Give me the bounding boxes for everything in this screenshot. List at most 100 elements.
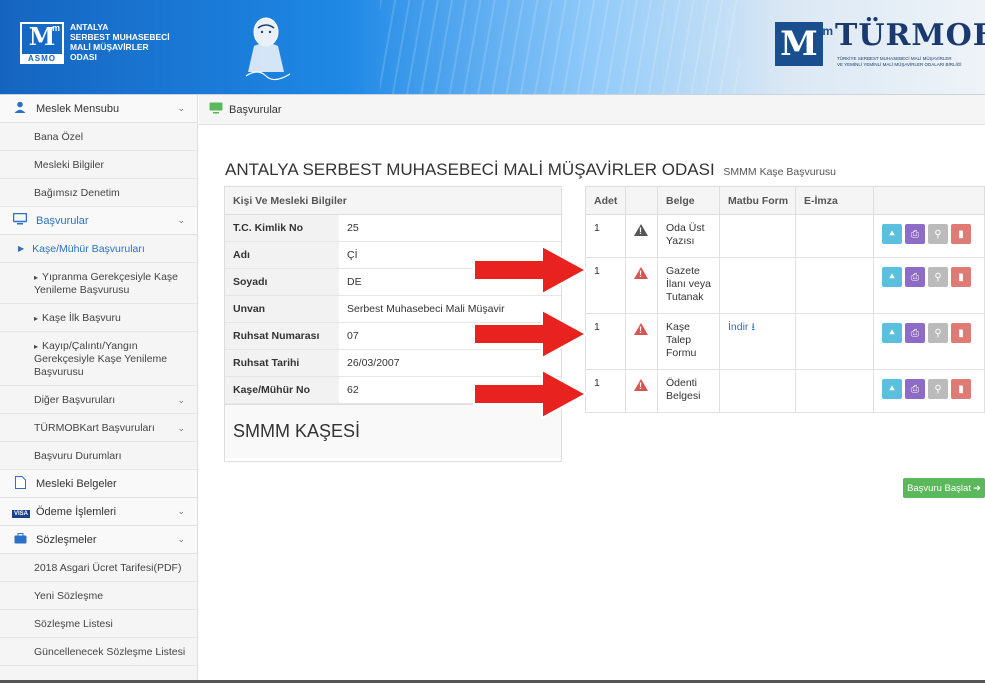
upload-button[interactable]: ⯅ <box>882 379 902 399</box>
print-icon: ⎙ <box>911 271 919 283</box>
visa-card-label: VISA <box>12 509 31 518</box>
sidebar-section-basvurular[interactable]: Başvurular ⌄ <box>0 207 197 235</box>
belge-cell: Ödenti Belgesi <box>657 369 720 413</box>
column-header <box>625 186 658 215</box>
column-header <box>873 186 985 215</box>
sidebar-item-bana-ozel[interactable]: Bana Özel <box>0 123 197 151</box>
upload-icon: ⯅ <box>888 383 896 395</box>
chevron-down-icon: ⌄ <box>177 215 185 225</box>
sidebar-item-label: Mesleki Bilgiler <box>34 158 105 171</box>
sidebar-section-odeme[interactable]: VISA Ödeme İşlemleri ⌄ <box>0 498 197 526</box>
adet-cell: 1 <box>585 257 626 314</box>
sidebar-item-label: Güncellenecek Sözleşme Listesi <box>34 645 186 658</box>
sidebar-item-mesleki-bilgiler[interactable]: Mesleki Bilgiler <box>0 151 197 179</box>
asmo-logo[interactable]: M m ASMO ANTALYA SERBEST MUHASEBECİ MALİ… <box>20 22 170 66</box>
sidebar-item-diger[interactable]: Diğer Başvuruları ⌄ <box>0 386 197 414</box>
turmob-logo-letter: M <box>780 24 818 64</box>
sidebar-section-sozlesmeler[interactable]: Sözleşmeler ⌄ <box>0 526 197 554</box>
column-header: Belge <box>657 186 720 215</box>
delete-button[interactable]: ▮ <box>951 323 971 343</box>
info-key: Kaşe/Mühür No <box>225 377 339 403</box>
eimza-cell <box>795 214 874 258</box>
table-row: 1 Kaşe Talep Formu İndir ⭳ ⯅ ⎙ ⚲ ▮ <box>585 313 985 370</box>
panel-heading: Kişi Ve Mesleki Bilgiler <box>225 187 561 215</box>
sidebar-section-mesleki-belgeler[interactable]: Mesleki Belgeler <box>0 470 197 498</box>
delete-button[interactable]: ▮ <box>951 267 971 287</box>
sidebar-item-kayip[interactable]: ▸ Kayıp/Çalıntı/Yangın Gerekçesiyle Kaşe … <box>0 332 197 386</box>
sidebar-item-sozlesme-listesi[interactable]: Sözleşme Listesi <box>0 610 197 638</box>
upload-icon: ⯅ <box>888 228 896 240</box>
sidebar-item-yeni-sozlesme[interactable]: Yeni Sözleşme <box>0 582 197 610</box>
info-key: T.C. Kimlik No <box>225 215 339 241</box>
caret-right-icon: ▶ <box>18 244 25 253</box>
view-button[interactable]: ⚲ <box>928 323 948 343</box>
matbu-cell: İndir ⭳ <box>719 313 796 370</box>
table-row: 1 Ödenti Belgesi ⯅ ⎙ ⚲ ▮ <box>585 369 985 413</box>
asmo-logo-superscript: m <box>51 23 60 33</box>
warning-icon <box>634 224 648 238</box>
actions-cell: ⯅ ⎙ ⚲ ▮ <box>873 313 985 370</box>
asmo-logo-band: ASMO <box>20 54 64 64</box>
print-icon: ⎙ <box>911 228 919 240</box>
document-icon <box>12 475 28 492</box>
info-key: Adı <box>225 242 339 268</box>
upload-button[interactable]: ⯅ <box>882 323 902 343</box>
sidebar-item-turmobkart[interactable]: TÜRMOBKart Başvuruları ⌄ <box>0 414 197 442</box>
view-button[interactable]: ⚲ <box>928 379 948 399</box>
actions-cell: ⯅ ⎙ ⚲ ▮ <box>873 257 985 314</box>
sidebar-item-kase-ilk[interactable]: ▸ Kaşe İlk Başvuru <box>0 304 197 332</box>
header-banner: M m ASMO ANTALYA SERBEST MUHASEBECİ MALİ… <box>0 0 985 95</box>
monitor-icon <box>12 212 28 228</box>
upload-button[interactable]: ⯅ <box>882 224 902 244</box>
sidebar-item-label: 2018 Asgari Ücret Tarifesi(PDF) <box>34 561 182 574</box>
start-application-button[interactable]: Başvuru Başlat ➜ <box>903 478 985 498</box>
download-icon: ⭳ <box>751 321 756 333</box>
warning-cell <box>625 214 658 258</box>
sidebar-section-meslek-mensubu[interactable]: Meslek Mensubu ⌄ <box>0 95 197 123</box>
column-header: E-İmza <box>795 186 874 215</box>
asmo-logo-mark: M m ASMO <box>20 22 64 64</box>
print-button[interactable]: ⎙ <box>905 323 925 343</box>
arrow-right-icon: ➜ <box>972 482 981 494</box>
column-header: Matbu Form <box>719 186 796 215</box>
sidebar-item-bagimsiz-denetim[interactable]: Bağımsız Denetim <box>0 179 197 207</box>
sidebar-section-label: Meslek Mensubu <box>36 102 120 115</box>
sidebar-item-label: Başvuru Durumları <box>34 449 122 462</box>
breadcrumb-label[interactable]: Başvurular <box>229 104 282 116</box>
red-arrow-icon <box>473 368 589 420</box>
print-button[interactable]: ⎙ <box>905 224 925 244</box>
chevron-down-icon: ⌄ <box>177 534 185 544</box>
sidebar-item-guncellenecek[interactable]: Güncellenecek Sözleşme Listesi <box>0 638 197 666</box>
sidebar-item-label: Kayıp/Çalıntı/Yangın Gerekçesiyle Kaşe Y… <box>34 340 168 378</box>
sidebar-item-yipranma[interactable]: ▸ Yıpranma Gerekçesiyle Kaşe Yenileme Baş… <box>0 263 197 304</box>
eimza-cell <box>795 313 874 370</box>
upload-button[interactable]: ⯅ <box>882 267 902 287</box>
ataturk-portrait-icon <box>245 17 291 81</box>
belge-cell: Oda Üst Yazısı <box>657 214 720 258</box>
sidebar-item-asgari-ucret[interactable]: 2018 Asgari Ücret Tarifesi(PDF) <box>0 554 197 582</box>
download-link[interactable]: İndir ⭳ <box>728 321 755 333</box>
upload-icon: ⯅ <box>888 271 896 283</box>
trash-icon: ▮ <box>958 327 964 339</box>
column-header: Adet <box>585 186 626 215</box>
turmob-logo[interactable]: M m TÜRMOB TÜRKİYE SERBEST MUHASEBECİ MA… <box>775 18 985 74</box>
belge-cell: Gazete İlanı veya Tutanak <box>657 257 720 314</box>
view-button[interactable]: ⚲ <box>928 224 948 244</box>
sidebar-item-label: Kaşe İlk Başvuru <box>42 312 121 324</box>
delete-button[interactable]: ▮ <box>951 224 971 244</box>
print-button[interactable]: ⎙ <box>905 379 925 399</box>
sidebar-section-label: Başvurular <box>36 214 89 227</box>
sidebar-item-kase-muhur[interactable]: ▶ Kaşe/Mühür Başvuruları <box>0 235 197 263</box>
delete-button[interactable]: ▮ <box>951 379 971 399</box>
sidebar-item-label: TÜRMOBKart Başvuruları <box>34 421 155 434</box>
sidebar-section-label: Sözleşmeler <box>36 533 97 546</box>
info-row-tc: T.C. Kimlik No 25 <box>225 215 561 242</box>
actions-cell: ⯅ ⎙ ⚲ ▮ <box>873 214 985 258</box>
adet-cell: 1 <box>585 369 626 413</box>
sidebar-item-basvuru-durumlari[interactable]: Başvuru Durumları <box>0 442 197 470</box>
view-button[interactable]: ⚲ <box>928 267 948 287</box>
info-key: Ruhsat Numarası <box>225 323 339 349</box>
sidebar-item-label: Sözleşme Listesi <box>34 617 113 630</box>
print-button[interactable]: ⎙ <box>905 267 925 287</box>
red-arrow-icon <box>473 308 589 360</box>
